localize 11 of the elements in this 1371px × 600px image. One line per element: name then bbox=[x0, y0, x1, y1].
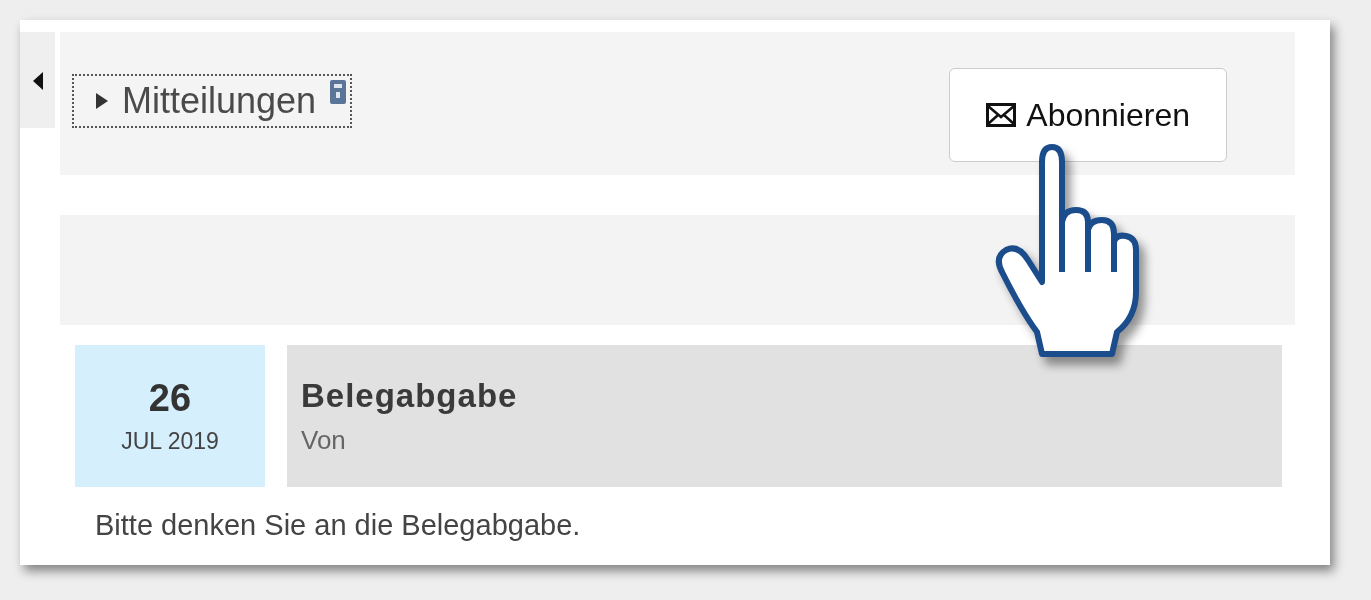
envelope-icon bbox=[986, 103, 1017, 127]
section-title-link[interactable]: Mitteilungen bbox=[74, 76, 351, 126]
collapse-icon bbox=[32, 72, 43, 90]
post-body: Bitte denken Sie an die Belegabgabe. bbox=[95, 509, 582, 542]
post-author: Von bbox=[301, 424, 346, 456]
post-month-year: JUL 2019 bbox=[121, 428, 219, 455]
subscribe-button[interactable]: Abonnieren bbox=[949, 68, 1227, 162]
collapse-tab[interactable] bbox=[20, 32, 55, 128]
post-subject: Belegabgabe bbox=[301, 376, 518, 415]
expand-icon bbox=[96, 93, 108, 109]
post-day: 26 bbox=[148, 377, 192, 420]
